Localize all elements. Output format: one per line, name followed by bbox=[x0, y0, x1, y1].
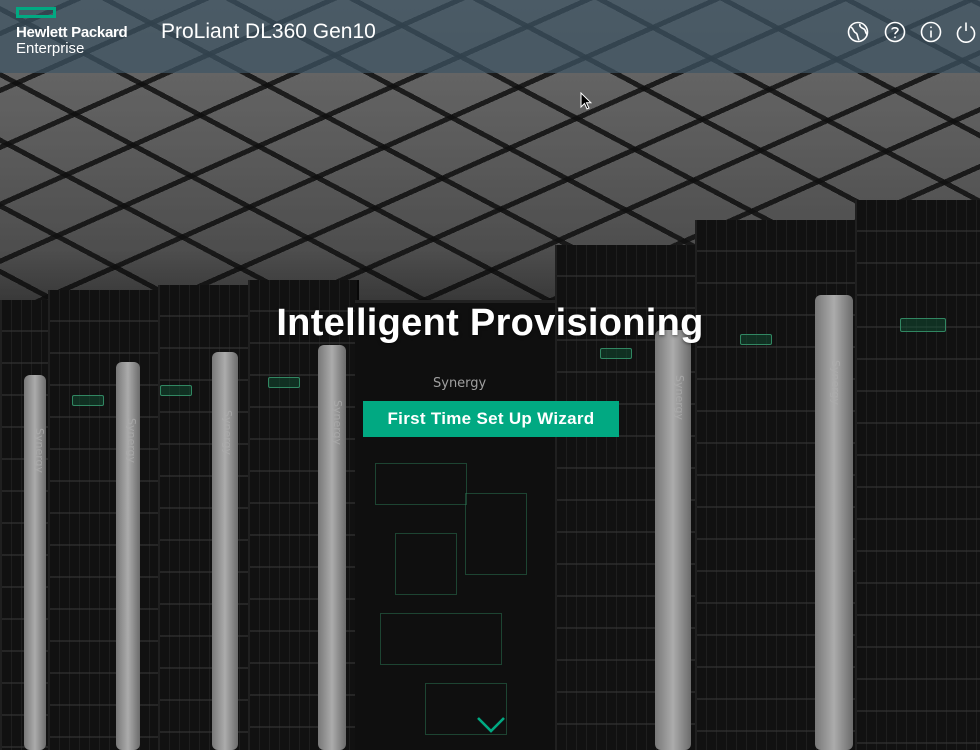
chevron-down-icon[interactable] bbox=[475, 712, 507, 736]
logo-text-line2: Enterprise bbox=[16, 40, 85, 57]
language-globe-icon[interactable] bbox=[847, 21, 869, 43]
hpe-logo: Hewlett Packard Enterprise bbox=[16, 7, 146, 63]
info-icon[interactable] bbox=[920, 21, 942, 43]
background-overlay bbox=[0, 0, 980, 750]
help-icon[interactable] bbox=[884, 21, 906, 43]
mouse-cursor-icon bbox=[580, 91, 593, 110]
top-header-bar: Hewlett Packard Enterprise ProLiant DL36… bbox=[0, 0, 980, 73]
logo-text-line1: Hewlett Packard bbox=[16, 24, 128, 41]
page-title: Intelligent Provisioning bbox=[276, 302, 704, 344]
first-time-setup-wizard-button[interactable]: First Time Set Up Wizard bbox=[363, 401, 619, 437]
hpe-logo-element-icon bbox=[16, 7, 56, 18]
power-icon[interactable] bbox=[955, 21, 977, 43]
product-title: ProLiant DL360 Gen10 bbox=[161, 20, 376, 43]
background-datacenter-image: Synergy Synergy Synergy Synergy Synergy … bbox=[0, 0, 980, 750]
